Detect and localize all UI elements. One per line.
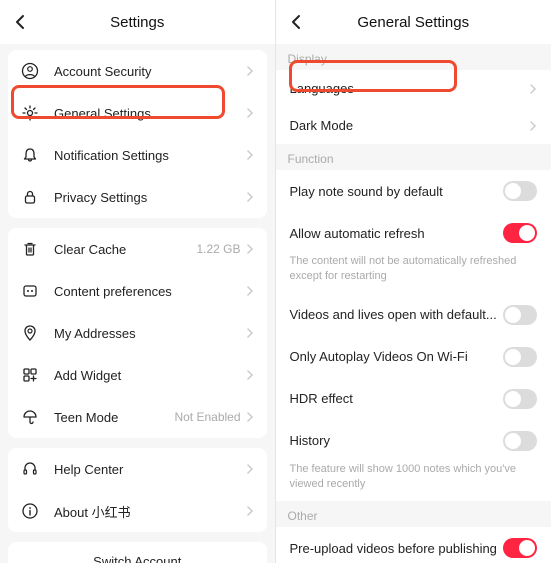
row-play-note-sound[interactable]: Play note sound by default bbox=[276, 170, 551, 212]
row-notification-settings[interactable]: Notification Settings bbox=[8, 134, 267, 176]
chevron-right-icon bbox=[247, 285, 255, 297]
row-pre-upload[interactable]: Pre-upload videos before publishing bbox=[276, 527, 551, 563]
toggle[interactable] bbox=[503, 347, 537, 367]
row-my-addresses[interactable]: My Addresses bbox=[8, 312, 267, 354]
section-title-other: Other bbox=[276, 501, 551, 527]
back-button[interactable] bbox=[286, 12, 306, 32]
chevron-right-icon bbox=[529, 120, 537, 132]
header: Settings bbox=[0, 0, 275, 44]
bell-icon bbox=[20, 145, 40, 165]
toggle[interactable] bbox=[503, 305, 537, 325]
row-autoplay-wifi[interactable]: Only Autoplay Videos On Wi-Fi bbox=[276, 336, 551, 378]
chevron-right-icon bbox=[247, 243, 255, 255]
row-label: About 小红书 bbox=[54, 502, 247, 521]
row-value: Not Enabled bbox=[174, 410, 240, 424]
chevron-left-icon bbox=[290, 14, 302, 30]
info-icon bbox=[20, 501, 40, 521]
row-label: Languages bbox=[290, 81, 530, 96]
header: General Settings bbox=[276, 0, 551, 44]
row-help-center[interactable]: Help Center bbox=[8, 448, 267, 490]
back-button[interactable] bbox=[10, 12, 30, 32]
page-title: General Settings bbox=[357, 14, 469, 31]
settings-group: Help Center About 小红书 bbox=[8, 448, 267, 532]
row-dark-mode[interactable]: Dark Mode bbox=[276, 107, 551, 144]
row-value: 1.22 GB bbox=[196, 242, 240, 256]
chevron-right-icon bbox=[247, 411, 255, 423]
row-desc: The feature will show 1000 notes which y… bbox=[276, 462, 551, 502]
general-settings-list: Display Languages Dark Mode Function Pla… bbox=[276, 44, 551, 563]
row-label: Content preferences bbox=[54, 284, 247, 299]
section-title-display: Display bbox=[276, 44, 551, 70]
chevron-right-icon bbox=[247, 369, 255, 381]
preferences-icon bbox=[20, 281, 40, 301]
toggle[interactable] bbox=[503, 431, 537, 451]
chevron-right-icon bbox=[247, 327, 255, 339]
row-add-widget[interactable]: Add Widget bbox=[8, 354, 267, 396]
row-desc: The content will not be automatically re… bbox=[276, 254, 551, 294]
row-clear-cache[interactable]: Clear Cache 1.22 GB bbox=[8, 228, 267, 270]
row-label: Privacy Settings bbox=[54, 190, 247, 205]
row-label: Help Center bbox=[54, 462, 247, 477]
row-label: Clear Cache bbox=[54, 242, 196, 257]
umbrella-icon bbox=[20, 407, 40, 427]
row-label: My Addresses bbox=[54, 326, 247, 341]
row-label: Play note sound by default bbox=[290, 184, 504, 199]
row-about[interactable]: About 小红书 bbox=[8, 490, 267, 532]
row-label: General Settings bbox=[54, 106, 247, 121]
section-title-function: Function bbox=[276, 144, 551, 170]
row-general-settings[interactable]: General Settings bbox=[8, 92, 267, 134]
row-label: History bbox=[290, 433, 504, 448]
row-label: Only Autoplay Videos On Wi-Fi bbox=[290, 349, 504, 364]
shield-icon bbox=[20, 61, 40, 81]
toggle[interactable] bbox=[503, 223, 537, 243]
bottom-actions: Switch Account Log Out bbox=[8, 542, 267, 563]
headset-icon bbox=[20, 459, 40, 479]
row-hdr-effect[interactable]: HDR effect bbox=[276, 378, 551, 420]
chevron-right-icon bbox=[247, 191, 255, 203]
row-label: Teen Mode bbox=[54, 410, 174, 425]
row-label: Notification Settings bbox=[54, 148, 247, 163]
toggle[interactable] bbox=[503, 538, 537, 558]
row-label: Videos and lives open with default... bbox=[290, 307, 504, 322]
row-label: Dark Mode bbox=[290, 118, 530, 133]
section-function: Play note sound by default Allow automat… bbox=[276, 170, 551, 501]
settings-screen: Settings Account Security General Settin… bbox=[0, 0, 276, 563]
settings-group: Account Security General Settings Notifi… bbox=[8, 50, 267, 218]
trash-icon bbox=[20, 239, 40, 259]
toggle[interactable] bbox=[503, 389, 537, 409]
settings-list: Account Security General Settings Notifi… bbox=[0, 44, 275, 563]
row-languages[interactable]: Languages bbox=[276, 70, 551, 107]
row-label: Add Widget bbox=[54, 368, 247, 383]
lock-icon bbox=[20, 187, 40, 207]
row-label: Allow automatic refresh bbox=[290, 226, 504, 241]
row-content-preferences[interactable]: Content preferences bbox=[8, 270, 267, 312]
row-label: Pre-upload videos before publishing bbox=[290, 541, 504, 556]
widget-icon bbox=[20, 365, 40, 385]
row-privacy-settings[interactable]: Privacy Settings bbox=[8, 176, 267, 218]
chevron-right-icon bbox=[247, 107, 255, 119]
row-automatic-refresh[interactable]: Allow automatic refresh bbox=[276, 212, 551, 254]
switch-account-button[interactable]: Switch Account bbox=[8, 542, 267, 563]
chevron-left-icon bbox=[14, 14, 26, 30]
row-videos-default[interactable]: Videos and lives open with default... bbox=[276, 294, 551, 336]
chevron-right-icon bbox=[247, 463, 255, 475]
section-display: Languages Dark Mode bbox=[276, 70, 551, 144]
chevron-right-icon bbox=[247, 505, 255, 517]
row-history[interactable]: History bbox=[276, 420, 551, 462]
row-label: Account Security bbox=[54, 64, 247, 79]
chevron-right-icon bbox=[247, 65, 255, 77]
row-teen-mode[interactable]: Teen Mode Not Enabled bbox=[8, 396, 267, 438]
chevron-right-icon bbox=[529, 83, 537, 95]
settings-group: Clear Cache 1.22 GB Content preferences … bbox=[8, 228, 267, 438]
page-title: Settings bbox=[110, 14, 164, 31]
chevron-right-icon bbox=[247, 149, 255, 161]
general-settings-screen: General Settings Display Languages Dark … bbox=[276, 0, 551, 563]
row-account-security[interactable]: Account Security bbox=[8, 50, 267, 92]
section-other: Pre-upload videos before publishing Redu… bbox=[276, 527, 551, 563]
gear-icon bbox=[20, 103, 40, 123]
toggle[interactable] bbox=[503, 181, 537, 201]
pin-icon bbox=[20, 323, 40, 343]
row-label: HDR effect bbox=[290, 391, 504, 406]
